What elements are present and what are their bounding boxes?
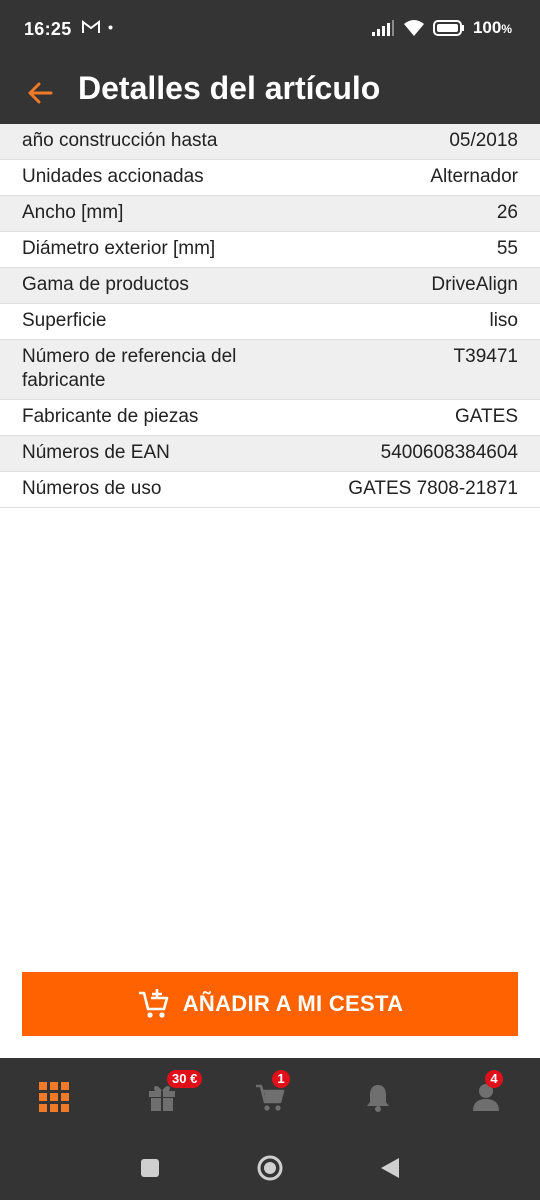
grid-icon [39, 1082, 69, 1112]
home-button[interactable] [256, 1154, 284, 1182]
detail-value: GATES 7808-21871 [348, 478, 518, 499]
detail-label: Números de EAN [22, 442, 170, 463]
square-icon [141, 1159, 159, 1177]
battery-percent: 100 [472, 18, 502, 37]
detail-label: Gama de productos [22, 274, 189, 295]
detail-label: Unidades accionadas [22, 166, 204, 187]
triangle-back-icon [381, 1158, 399, 1178]
system-back-button[interactable] [376, 1154, 404, 1182]
account-badge: 4 [485, 1070, 503, 1088]
detail-value: GATES [455, 406, 518, 427]
bottom-nav: 30 € 1 4 [0, 1058, 540, 1136]
detail-value: T39471 [453, 346, 518, 367]
circle-icon [257, 1155, 283, 1181]
detail-label: Superficie [22, 310, 107, 331]
detail-value: Alternador [430, 166, 518, 187]
status-bar: 16:25 100% [0, 0, 540, 62]
add-to-cart-button[interactable]: AÑADIR A MI CESTA [22, 972, 518, 1036]
cart-plus-icon [138, 989, 168, 1018]
detail-row: Superficie liso [0, 304, 540, 340]
detail-value: 55 [496, 238, 518, 259]
detail-row: Gama de productos DriveAlign [0, 268, 540, 304]
detail-label: año construcción hasta [22, 130, 218, 151]
detail-value: 5400608384604 [380, 442, 518, 463]
detail-label: Fabricante de piezas [22, 406, 199, 427]
detail-label: Ancho [mm] [22, 202, 124, 223]
detail-row: Números de uso GATES 7808-21871 [0, 472, 540, 508]
detail-value: liso [489, 310, 518, 331]
nav-cart[interactable]: 1 [216, 1058, 324, 1136]
status-right-icons: 100% [371, 18, 512, 38]
detail-label: Números de uso [22, 478, 162, 499]
status-time: 16:25 [24, 19, 72, 39]
battery-icon [432, 20, 464, 36]
detail-value: DriveAlign [431, 274, 518, 295]
detail-label: Diámetro exterior [mm] [22, 238, 216, 259]
signal-icon [371, 20, 394, 36]
detail-value: 26 [496, 202, 518, 223]
dot-icon [108, 25, 113, 29]
detail-row: Fabricante de piezas GATES [0, 400, 540, 436]
detail-row: Número de referencia del fabricante T394… [0, 340, 540, 400]
cart-badge: 1 [272, 1070, 290, 1088]
detail-row: Ancho [mm] 26 [0, 196, 540, 232]
detail-row: Unidades accionadas Alternador [0, 160, 540, 196]
recent-apps-button[interactable] [136, 1154, 164, 1182]
add-to-cart-label: AÑADIR A MI CESTA [182, 991, 404, 1016]
back-button[interactable] [20, 71, 60, 115]
wifi-icon [403, 20, 424, 36]
detail-label: Número de referencia del fabricante [22, 346, 237, 391]
nav-catalog[interactable] [0, 1058, 108, 1136]
bell-icon [367, 1085, 389, 1112]
gmail-icon [82, 20, 100, 33]
status-notification-icons [82, 20, 113, 34]
system-nav-bar [0, 1136, 540, 1200]
detail-row: año construcción hasta 05/2018 [0, 124, 540, 160]
detail-value: 05/2018 [449, 130, 518, 151]
details-table: año construcción hasta 05/2018 Unidades … [0, 124, 540, 508]
nav-notifications[interactable] [324, 1058, 432, 1136]
arrow-left-icon [28, 82, 53, 104]
gifts-badge: 30 € [167, 1070, 203, 1088]
detail-row: Diámetro exterior [mm] 55 [0, 232, 540, 268]
detail-row: Números de EAN 5400608384604 [0, 436, 540, 472]
app-bar: Detalles del artículo [0, 62, 540, 124]
page-title: Detalles del artículo [78, 70, 381, 106]
nav-account[interactable]: 4 [432, 1058, 540, 1136]
nav-gifts[interactable]: 30 € [108, 1058, 216, 1136]
